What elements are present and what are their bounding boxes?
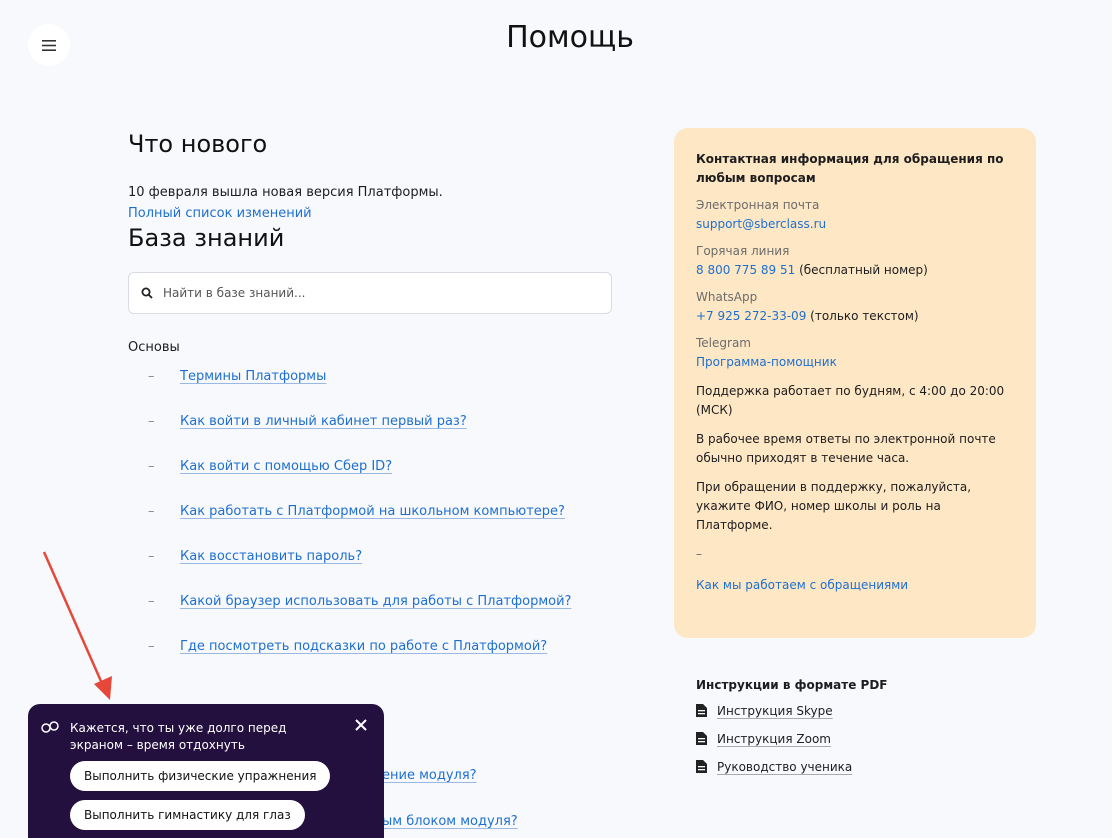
pdf-item[interactable]: Инструкция Skype [696, 701, 888, 720]
article-link[interactable]: Какой браузер использовать для работы с … [180, 594, 571, 609]
contact-title: Контактная информация для обращения по л… [696, 152, 1004, 185]
pdf-title: Инструкции в формате PDF [696, 678, 888, 692]
list-item: – Как работать с Платформой на школьном к… [148, 504, 565, 519]
article-link-partial[interactable]: ым блоком модуля? [382, 814, 518, 829]
list-item: – Как войти с помощью Сбер ID? [148, 459, 393, 474]
email-link[interactable]: support@sberclass.ru [696, 217, 826, 231]
list-item: – Термины Платформы [148, 369, 327, 384]
list-item: – Как войти в личный кабинет первый раз? [148, 414, 467, 429]
whatsapp-link[interactable]: +7 925 272-33-09 [696, 309, 806, 323]
pdf-instructions: Инструкции в формате PDF Инструкция Skyp… [696, 678, 888, 776]
article-list: – Термины Платформы – Как войти в личный к… [128, 369, 616, 684]
whats-new-title: Что нового [128, 130, 268, 158]
list-item: – Какой браузер использовать для работы с… [148, 594, 572, 609]
knowledge-search[interactable] [128, 272, 612, 314]
document-icon [696, 760, 707, 773]
article-link[interactable]: Термины Платформы [180, 369, 326, 384]
article-link[interactable]: Как войти с помощью Сбер ID? [180, 459, 392, 474]
how-we-work-link[interactable]: Как мы работаем с обращениями [696, 578, 908, 592]
hotline-label: Горячая линия [696, 244, 790, 258]
toast-message: Кажется, что ты уже долго перед экраном … [70, 721, 287, 752]
search-input[interactable] [161, 285, 585, 301]
contact-card: Контактная информация для обращения по л… [674, 128, 1036, 638]
request-note: При обращении в поддержку, пожалуйста, у… [696, 480, 972, 532]
response-time: В рабочее время ответы по электронной по… [696, 432, 996, 465]
pdf-item[interactable]: Руководство ученика [696, 757, 888, 776]
close-icon[interactable] [352, 716, 370, 734]
pdf-link[interactable]: Инструкция Zoom [717, 732, 831, 746]
whats-new-text: 10 февраля вышла новая версия Платформы. [128, 185, 443, 200]
whatsapp-note: (только текстом) [810, 309, 919, 323]
group-title-basics: Основы [128, 340, 180, 355]
pdf-link[interactable]: Руководство ученика [717, 760, 852, 774]
infinity-icon [41, 721, 59, 733]
document-icon [696, 732, 707, 745]
main-column: Что нового 10 февраля вышла новая версия… [128, 130, 616, 684]
whatsapp-label: WhatsApp [696, 290, 758, 304]
break-reminder-toast: Кажется, что ты уже долго перед экраном … [28, 704, 384, 838]
changelog-link[interactable]: Полный список изменений [128, 203, 616, 224]
email-label: Электронная почта [696, 198, 820, 212]
article-link[interactable]: Где посмотреть подсказки по работе с Пла… [180, 639, 547, 654]
list-item: – Как восстановить пароль? [148, 549, 363, 564]
article-link[interactable]: Как работать с Платформой на школьном ко… [180, 504, 565, 519]
article-link[interactable]: Как восстановить пароль? [180, 549, 362, 564]
document-icon [696, 704, 707, 717]
hotline-link[interactable]: 8 800 775 89 51 [696, 263, 795, 277]
red-arrow-annotation [42, 551, 112, 700]
hotline-note: (бесплатный номер) [799, 263, 928, 277]
knowledge-base-title: База знаний [128, 224, 285, 252]
telegram-link[interactable]: Программа-помощник [696, 355, 837, 369]
list-item: – Где посмотреть подсказки по работе с Пл… [148, 639, 548, 654]
search-icon [141, 287, 153, 299]
page-title: Помощь [506, 20, 634, 55]
separator-dash: – [696, 547, 702, 561]
physical-exercise-button[interactable]: Выполнить физические упражнения [70, 761, 331, 791]
article-link-partial[interactable]: ение модуля? [382, 768, 477, 783]
pdf-link[interactable]: Инструкция Skype [717, 704, 833, 718]
telegram-label: Telegram [696, 336, 751, 350]
support-hours: Поддержка работает по будням, с 4:00 до … [696, 384, 1005, 417]
article-link[interactable]: Как войти в личный кабинет первый раз? [180, 414, 467, 429]
eye-exercise-button[interactable]: Выполнить гимнастику для глаз [70, 800, 305, 830]
pdf-item[interactable]: Инструкция Zoom [696, 729, 888, 748]
